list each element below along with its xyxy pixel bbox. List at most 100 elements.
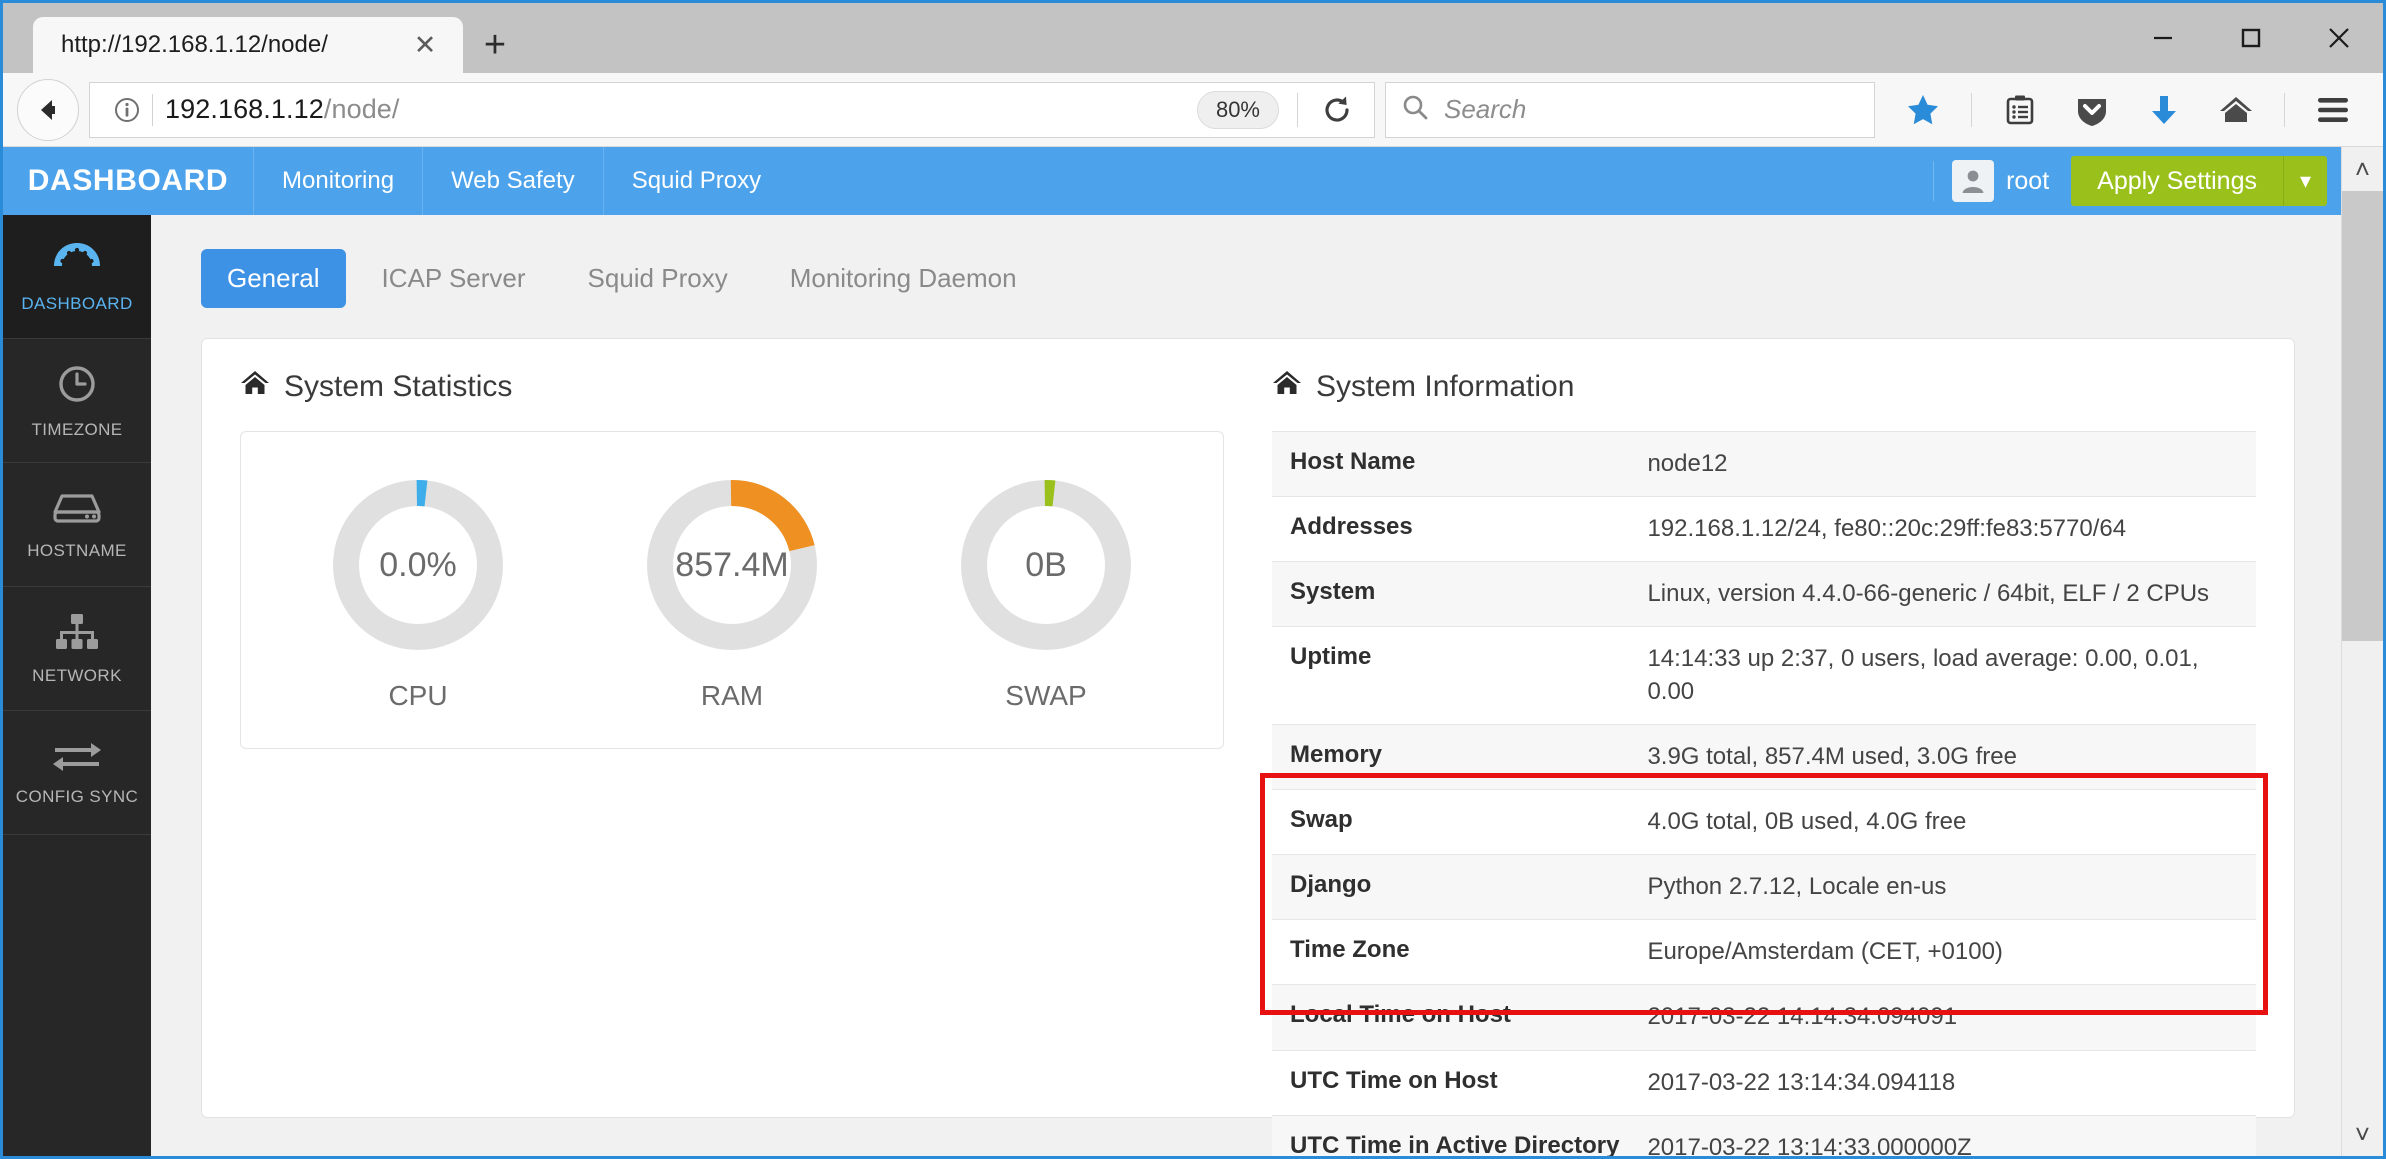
window-minimize-icon[interactable]	[2119, 3, 2207, 73]
system-statistics-heading: System Statistics	[240, 369, 1224, 405]
browser-tool-icons	[1887, 79, 2369, 141]
library-icon[interactable]	[1984, 79, 2056, 141]
reload-icon[interactable]	[1310, 94, 1364, 126]
toolbar-divider-2	[1971, 92, 1972, 127]
scroll-down-icon[interactable]: ˅	[2355, 1112, 2370, 1156]
toolbar-divider	[1297, 92, 1298, 127]
sidebar-item-label: HOSTNAME	[27, 541, 127, 560]
row-value: 3.9G total, 857.4M used, 3.0G free	[1647, 742, 2017, 770]
system-information-heading: System Information	[1272, 369, 2256, 405]
search-icon	[1400, 92, 1430, 127]
sidebar-item-dashboard[interactable]: DASHBOARD	[3, 215, 151, 339]
downloads-arrow-icon[interactable]	[2128, 79, 2200, 141]
hamburger-menu-icon[interactable]	[2297, 79, 2369, 141]
scrollbar-thumb[interactable]	[2342, 191, 2383, 641]
clock-icon	[54, 361, 100, 412]
donut-chart: 0B	[953, 472, 1139, 658]
server-box-icon	[51, 488, 103, 533]
search-bar[interactable]: Search	[1385, 81, 1875, 138]
row-value: 2017-03-22 14:14:34.094091	[1647, 1003, 1958, 1031]
table-row-highlighted: UTC Time in Active Directory 2017-03-22 …	[1272, 1115, 2256, 1156]
table-row-highlighted: Time Zone Europe/Amsterdam (CET, +0100)	[1272, 920, 2256, 985]
scroll-up-icon[interactable]: ˄	[2355, 147, 2370, 191]
tab-squid-proxy[interactable]: Squid Proxy	[562, 249, 754, 308]
chevron-down-icon[interactable]: ▾	[2283, 156, 2327, 206]
row-key: Memory	[1290, 740, 1383, 768]
sidebar-item-hostname[interactable]: HOSTNAME	[3, 463, 151, 587]
sidebar-item-timezone[interactable]: TIMEZONE	[3, 339, 151, 463]
home-icon	[240, 369, 270, 405]
row-value: 4.0G total, 0B used, 4.0G free	[1647, 807, 1967, 835]
scrollbar-track[interactable]	[2342, 191, 2383, 1112]
nav-item-monitoring[interactable]: Monitoring	[253, 147, 422, 215]
row-key: Local Time on Host	[1290, 1001, 1511, 1029]
system-information-column: System Information Host Name node12 Addr…	[1260, 369, 2268, 1156]
row-key: Uptime	[1290, 643, 1372, 671]
username-label: root	[2006, 166, 2050, 195]
sidebar-item-label: NETWORK	[32, 666, 122, 685]
apply-settings-button[interactable]: Apply Settings	[2071, 156, 2283, 206]
toolbar-divider-3	[2284, 92, 2285, 127]
page-body: DASHBOARD TIMEZONE HOSTNAME NETWORK CONF…	[3, 215, 2341, 1156]
row-key: Addresses	[1290, 513, 1413, 541]
app-navbar-right: root Apply Settings ▾	[1933, 147, 2341, 215]
sidebar-item-config-sync[interactable]: CONFIG SYNC	[3, 711, 151, 835]
donut-swap: 0B SWAP	[953, 472, 1139, 712]
back-arrow-icon[interactable]	[17, 78, 79, 141]
donut-value: 857.4M	[675, 545, 789, 584]
row-value: Python 2.7.12, Locale en-us	[1647, 873, 1947, 901]
pocket-shield-icon[interactable]	[2056, 79, 2128, 141]
donut-value: 0.0%	[379, 545, 457, 584]
url-host: 192.168.1.12	[165, 94, 324, 124]
site-identity-info-icon[interactable]	[106, 95, 148, 125]
avatar[interactable]	[1952, 160, 1995, 202]
browser-tab-title: http://192.168.1.12/node/	[61, 31, 328, 58]
search-input[interactable]: Search	[1444, 94, 1526, 125]
window-close-icon[interactable]	[2295, 3, 2383, 73]
close-icon[interactable]: ✕	[405, 25, 445, 65]
tab-icap-server[interactable]: ICAP Server	[356, 249, 552, 308]
browser-toolbar: 192.168.1.12/node/ 80% Search	[3, 73, 2383, 147]
star-bookmark-icon[interactable]	[1887, 79, 1959, 141]
dashboard-panel: System Statistics 0.0% CPU 857.4M RAM 0B…	[201, 338, 2295, 1156]
section-title: System Information	[1316, 370, 1575, 403]
table-row-highlighted: Local Time on Host 2017-03-22 14:14:34.0…	[1272, 984, 2256, 1051]
section-title: System Statistics	[284, 370, 513, 403]
donut-cpu: 0.0% CPU	[325, 472, 511, 712]
app-navbar: DASHBOARD Monitoring Web Safety Squid Pr…	[3, 147, 2341, 215]
table-row: Addresses 192.168.1.12/24, fe80::20c:29f…	[1272, 497, 2256, 562]
tab-monitoring-daemon[interactable]: Monitoring Daemon	[764, 249, 1043, 308]
table-row: Swap 4.0G total, 0B used, 4.0G free	[1272, 789, 2256, 855]
window-controls	[2119, 3, 2383, 73]
url-bar[interactable]: 192.168.1.12/node/ 80%	[89, 81, 1375, 138]
nav-item-squid-proxy[interactable]: Squid Proxy	[602, 147, 789, 215]
sidebar-item-label: TIMEZONE	[31, 420, 123, 439]
app-brand[interactable]: DASHBOARD	[3, 147, 253, 215]
row-value: Europe/Amsterdam (CET, +0100)	[1647, 938, 2003, 966]
row-key: Django	[1290, 871, 1372, 899]
new-tab-icon[interactable]: +	[467, 17, 523, 73]
browser-tab[interactable]: http://192.168.1.12/node/ ✕	[33, 17, 463, 73]
donut-label: SWAP	[1005, 680, 1087, 711]
vertical-scrollbar[interactable]: ˄ ˅	[2341, 147, 2383, 1156]
system-information-table: Host Name node12 Addresses 192.168.1.12/…	[1272, 431, 2256, 1156]
gauge-dashboard-icon	[52, 239, 102, 286]
tab-general[interactable]: General	[201, 249, 346, 308]
sidebar-item-label: DASHBOARD	[21, 294, 133, 313]
sidebar-item-network[interactable]: NETWORK	[3, 587, 151, 711]
home-icon[interactable]	[2200, 79, 2272, 141]
zoom-level-badge[interactable]: 80%	[1196, 90, 1279, 129]
statistics-card: 0.0% CPU 857.4M RAM 0B SWAP	[240, 431, 1224, 749]
nav-item-web-safety[interactable]: Web Safety	[422, 147, 603, 215]
table-row: Host Name node12	[1272, 431, 2256, 497]
row-key: Time Zone	[1290, 936, 1410, 964]
donut-chart: 0.0%	[325, 472, 511, 658]
browser-titlebar: http://192.168.1.12/node/ ✕ +	[3, 3, 2383, 73]
row-key: Swap	[1290, 805, 1353, 833]
row-key: System	[1290, 578, 1376, 606]
sync-arrows-icon	[51, 738, 103, 779]
content-tabs: General ICAP Server Squid Proxy Monitori…	[201, 249, 2295, 308]
browser-window: http://192.168.1.12/node/ ✕ + 192.168.1.…	[0, 0, 2386, 1159]
row-value: 2017-03-22 13:14:34.094118	[1647, 1068, 1956, 1096]
window-maximize-icon[interactable]	[2207, 3, 2295, 73]
